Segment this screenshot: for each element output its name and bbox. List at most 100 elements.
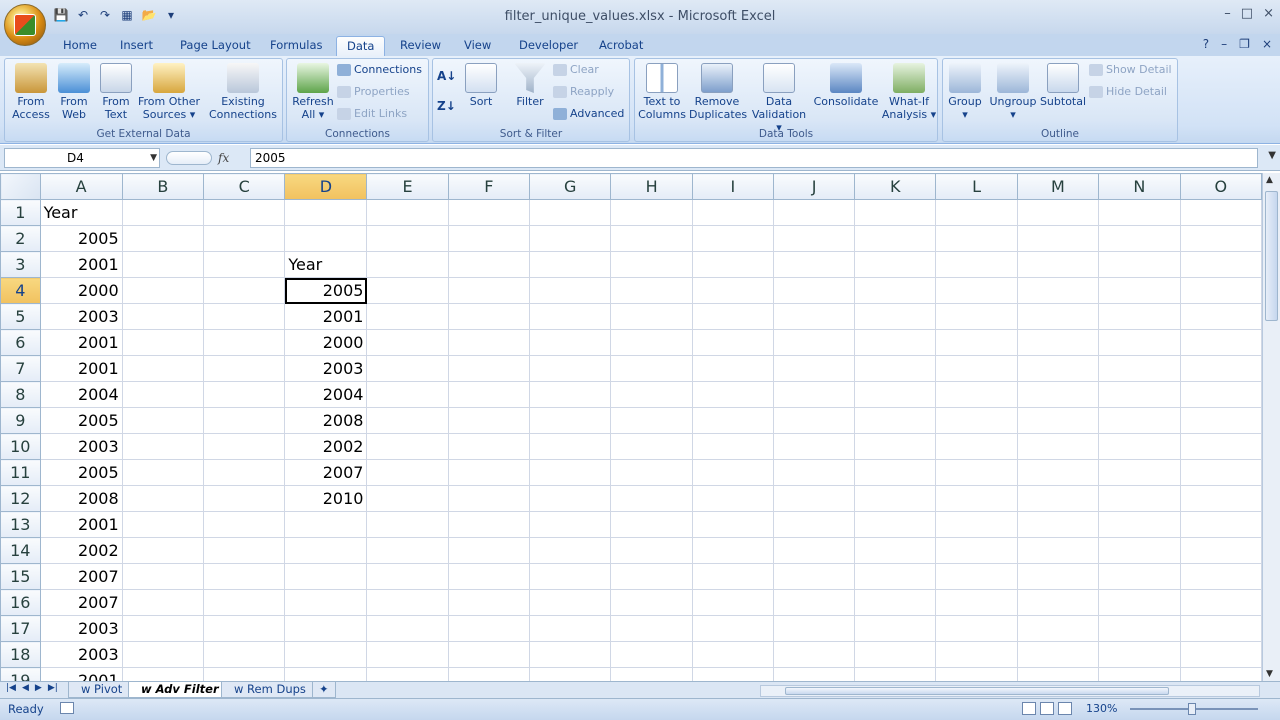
cell-j8[interactable]	[772, 381, 856, 408]
cell-j6[interactable]	[772, 329, 856, 356]
cell-g7[interactable]	[529, 355, 612, 382]
cell-k1[interactable]	[854, 199, 937, 226]
cell-l2[interactable]	[935, 225, 1018, 252]
cell-a5[interactable]: 2003	[39, 303, 123, 330]
cell-f11[interactable]	[447, 459, 531, 486]
advanced-button[interactable]: Advanced	[553, 105, 624, 123]
cell-a18[interactable]: 2003	[39, 641, 123, 668]
cell-k10[interactable]	[854, 433, 937, 460]
cell-j19[interactable]	[772, 667, 856, 681]
cell-h16[interactable]	[610, 589, 693, 616]
cell-f19[interactable]	[447, 667, 531, 681]
cell-i5[interactable]	[691, 303, 774, 330]
cell-e15[interactable]	[366, 563, 449, 590]
from-web-button[interactable]: From Web	[53, 63, 95, 121]
tab-page-layout[interactable]: Page Layout	[170, 36, 261, 56]
remove-duplicates-button[interactable]: Remove Duplicates	[689, 63, 747, 121]
cell-g11[interactable]	[529, 459, 612, 486]
cell-o12[interactable]	[1179, 485, 1262, 512]
cell-n6[interactable]	[1098, 329, 1181, 356]
name-box-dropdown-icon[interactable]: ▼	[150, 149, 157, 167]
column-header-d[interactable]: D	[284, 173, 368, 200]
from-other-sources-button[interactable]: From Other Sources ▾	[137, 63, 201, 121]
cell-k5[interactable]	[854, 303, 937, 330]
from-text-button[interactable]: From Text	[95, 63, 137, 121]
cell-k19[interactable]	[854, 667, 937, 681]
cell-i7[interactable]	[691, 355, 774, 382]
cell-b2[interactable]	[121, 225, 204, 252]
cell-i6[interactable]	[691, 329, 774, 356]
maximize-button[interactable]: □	[1241, 6, 1253, 21]
last-sheet-icon[interactable]: ▶|	[48, 683, 58, 693]
cell-d14[interactable]	[284, 537, 368, 564]
cell-l1[interactable]	[935, 199, 1018, 226]
cell-h4[interactable]	[610, 277, 693, 304]
cell-c3[interactable]	[202, 251, 286, 278]
cell-k16[interactable]	[854, 589, 937, 616]
zoom-slider-knob[interactable]	[1188, 703, 1196, 715]
cell-c15[interactable]	[202, 563, 286, 590]
cell-e19[interactable]	[366, 667, 449, 681]
cell-l9[interactable]	[935, 407, 1018, 434]
cell-f14[interactable]	[447, 537, 531, 564]
horizontal-scroll-thumb[interactable]	[785, 687, 1169, 695]
cell-c9[interactable]	[202, 407, 286, 434]
cell-i9[interactable]	[691, 407, 774, 434]
cell-h3[interactable]	[610, 251, 693, 278]
cell-n4[interactable]	[1098, 277, 1181, 304]
cell-e18[interactable]	[366, 641, 449, 668]
text-to-columns-button[interactable]: Text to Columns	[637, 63, 687, 121]
cell-a12[interactable]: 2008	[39, 485, 123, 512]
cell-f12[interactable]	[447, 485, 531, 512]
refresh-all-button[interactable]: Refresh All ▾	[289, 63, 337, 121]
cell-c16[interactable]	[202, 589, 286, 616]
cell-l10[interactable]	[935, 433, 1018, 460]
cell-k12[interactable]	[854, 485, 937, 512]
cell-m5[interactable]	[1016, 303, 1100, 330]
row-header[interactable]: 1	[0, 199, 41, 226]
from-access-button[interactable]: From Access	[9, 63, 53, 121]
cell-a16[interactable]: 2007	[39, 589, 123, 616]
vertical-scroll-thumb[interactable]	[1265, 191, 1278, 321]
cell-g10[interactable]	[529, 433, 612, 460]
cell-g8[interactable]	[529, 381, 612, 408]
cell-e6[interactable]	[366, 329, 449, 356]
cell-i4[interactable]	[691, 277, 774, 304]
cell-i16[interactable]	[691, 589, 774, 616]
cell-b9[interactable]	[121, 407, 204, 434]
macro-record-icon[interactable]	[60, 702, 74, 714]
scroll-up-icon[interactable]: ▲	[1266, 175, 1273, 185]
page-layout-view-icon[interactable]	[1040, 702, 1054, 715]
cell-m13[interactable]	[1016, 511, 1100, 538]
cell-j13[interactable]	[772, 511, 856, 538]
cell-m4[interactable]	[1016, 277, 1100, 304]
cell-k14[interactable]	[854, 537, 937, 564]
cell-h15[interactable]	[610, 563, 693, 590]
cell-l14[interactable]	[935, 537, 1018, 564]
cell-a19[interactable]: 2001	[39, 667, 123, 681]
cell-l16[interactable]	[935, 589, 1018, 616]
normal-view-icon[interactable]	[1022, 702, 1036, 715]
column-header-m[interactable]: M	[1016, 173, 1100, 200]
cell-i11[interactable]	[691, 459, 774, 486]
cell-a17[interactable]: 2003	[39, 615, 123, 642]
formula-input[interactable]: 2005	[250, 148, 1258, 168]
cell-m17[interactable]	[1016, 615, 1100, 642]
cell-f1[interactable]	[447, 199, 531, 226]
cell-e16[interactable]	[366, 589, 449, 616]
row-header[interactable]: 14	[0, 537, 41, 564]
cell-c18[interactable]	[202, 641, 286, 668]
data-validation-button[interactable]: Data Validation ▾	[749, 63, 809, 134]
tab-developer[interactable]: Developer	[509, 36, 588, 56]
cell-a15[interactable]: 2007	[39, 563, 123, 590]
select-all-corner[interactable]	[0, 173, 41, 200]
cell-k4[interactable]	[854, 277, 937, 304]
cell-e9[interactable]	[366, 407, 449, 434]
subtotal-button[interactable]: Subtotal	[1039, 63, 1087, 108]
cell-k3[interactable]	[854, 251, 937, 278]
prev-sheet-icon[interactable]: ◀	[22, 683, 29, 693]
cell-k2[interactable]	[854, 225, 937, 252]
cell-n18[interactable]	[1098, 641, 1181, 668]
cell-i10[interactable]	[691, 433, 774, 460]
sheet-tab-pivot[interactable]: w Pivot	[68, 682, 136, 698]
